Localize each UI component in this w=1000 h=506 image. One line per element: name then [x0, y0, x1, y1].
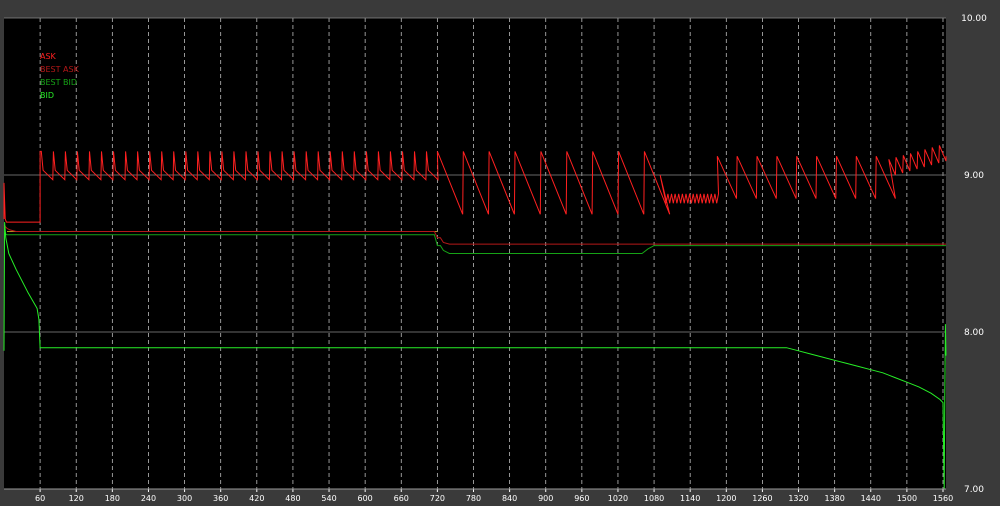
x-tick-label: 840	[502, 494, 517, 503]
price-chart: ASK BEST ASK BEST BID BID 60 120 180 240 300…	[0, 0, 1000, 506]
x-tick-label: 1140	[680, 494, 700, 503]
x-tick-label: 1320	[788, 494, 808, 503]
x-tick-label: 360	[213, 494, 228, 503]
x-tick-label: 1560	[933, 494, 953, 503]
x-tick-label: 1260	[752, 494, 772, 503]
x-tick-label: 60	[35, 494, 45, 503]
x-tick-label: 120	[69, 494, 84, 503]
y-tick-label: 8.00	[964, 328, 984, 338]
x-tick-label: 720	[430, 494, 445, 503]
x-tick-label: 1380	[824, 494, 844, 503]
x-tick-label: 660	[394, 494, 409, 503]
legend-best-bid: BEST BID	[40, 78, 77, 87]
x-tick-label: 180	[105, 494, 120, 503]
y-tick-label: 10.00	[961, 14, 987, 24]
x-tick-label: 480	[285, 494, 300, 503]
y-tick-label: 9.00	[964, 171, 984, 181]
y-tick-label: 7.00	[964, 485, 984, 495]
x-tick-label: 900	[538, 494, 553, 503]
x-tick-label: 1080	[644, 494, 664, 503]
x-tick-label: 240	[141, 494, 156, 503]
x-tick-label: 1500	[897, 494, 917, 503]
legend-bid: BID	[40, 91, 54, 100]
x-tick-label: 1020	[608, 494, 628, 503]
x-tick-label: 420	[249, 494, 264, 503]
legend-best-ask: BEST ASK	[40, 65, 80, 74]
x-tick-label: 780	[466, 494, 481, 503]
x-tick-label: 1200	[716, 494, 736, 503]
legend-ask: ASK	[40, 52, 57, 61]
x-tick-label: 540	[321, 494, 336, 503]
x-tick-label: 1440	[861, 494, 881, 503]
x-tick-label: 960	[574, 494, 589, 503]
x-tick-label: 600	[358, 494, 373, 503]
x-tick-label: 300	[177, 494, 192, 503]
